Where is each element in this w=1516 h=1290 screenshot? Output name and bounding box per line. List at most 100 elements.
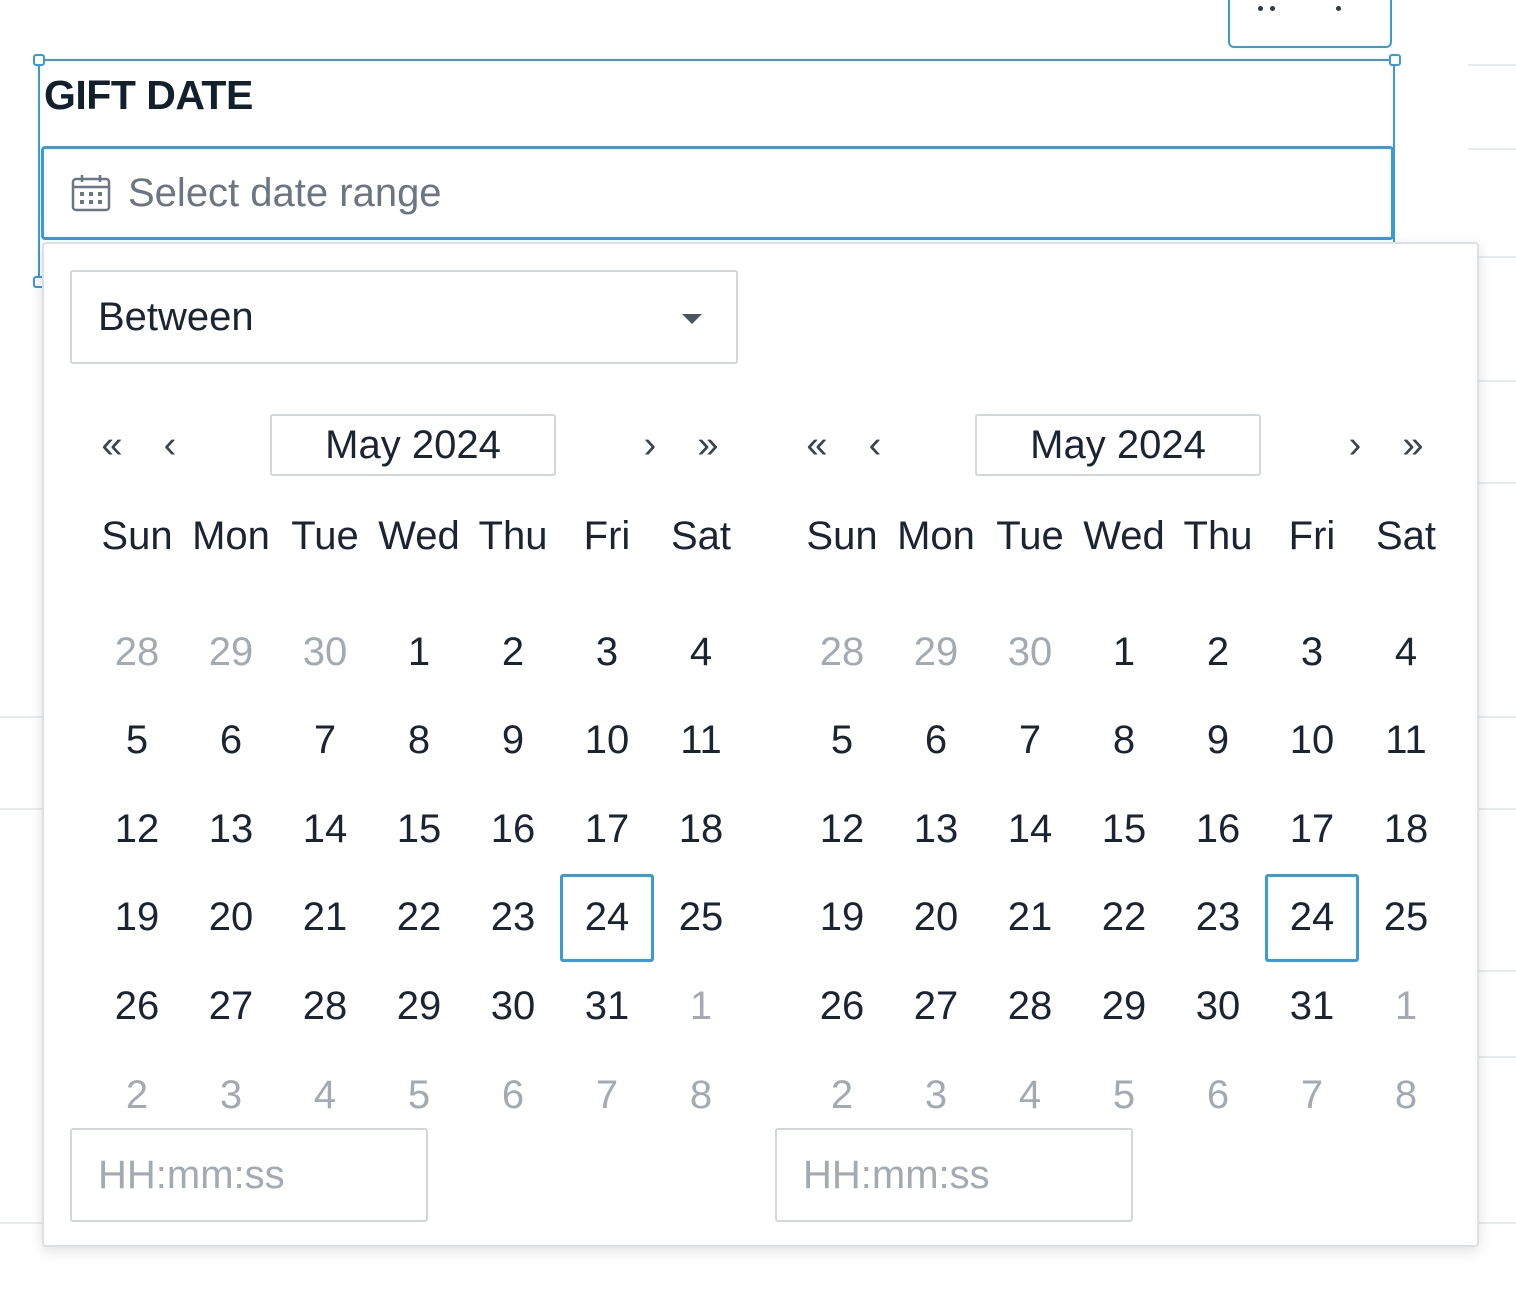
next-year-icon[interactable]: » [1391,410,1435,480]
day-cell[interactable]: 10 [1265,697,1359,785]
day-cell[interactable]: 26 [90,962,184,1050]
day-cell[interactable]: 22 [1077,874,1171,962]
day-cell[interactable]: 9 [466,697,560,785]
day-cell[interactable]: 25 [654,874,748,962]
day-cell[interactable]: 21 [278,874,372,962]
prev-month-icon[interactable]: ‹ [148,410,192,480]
day-cell[interactable]: 30 [983,608,1077,696]
month-year-button[interactable]: May 2024 [975,414,1261,476]
day-cell[interactable]: 1 [372,608,466,696]
resize-handle-top-right[interactable] [1389,54,1401,66]
day-cell[interactable]: 20 [889,874,983,962]
range-mode-select[interactable]: Between [70,270,738,364]
day-cell[interactable]: 6 [889,697,983,785]
day-cell[interactable]: 6 [1171,1051,1265,1139]
day-cell[interactable]: 30 [466,962,560,1050]
day-cell[interactable]: 5 [90,697,184,785]
day-cell[interactable]: 23 [1171,874,1265,962]
day-cell[interactable]: 29 [372,962,466,1050]
day-cell[interactable]: 4 [1359,608,1453,696]
day-cell[interactable]: 21 [983,874,1077,962]
day-cell[interactable]: 14 [983,785,1077,873]
widget-toolbar[interactable] [1228,0,1392,48]
day-cell[interactable]: 1 [1077,608,1171,696]
prev-year-icon[interactable]: « [795,410,839,480]
day-cell[interactable]: 4 [654,608,748,696]
day-cell[interactable]: 28 [90,608,184,696]
day-cell[interactable]: 28 [278,962,372,1050]
day-cell[interactable]: 1 [1359,962,1453,1050]
day-cell[interactable]: 5 [1077,1051,1171,1139]
day-cell-today[interactable]: 24 [560,873,654,962]
day-cell[interactable]: 2 [1171,608,1265,696]
day-cell[interactable]: 31 [560,962,654,1050]
day-cell[interactable]: 19 [90,874,184,962]
prev-year-icon[interactable]: « [90,410,134,480]
next-month-icon[interactable]: › [628,410,672,480]
day-cell[interactable]: 6 [184,697,278,785]
day-cell[interactable]: 26 [795,962,889,1050]
day-cell[interactable]: 8 [654,1051,748,1139]
day-cell[interactable]: 2 [90,1051,184,1139]
day-cell[interactable]: 14 [278,785,372,873]
day-cell[interactable]: 23 [466,874,560,962]
day-cell[interactable]: 22 [372,874,466,962]
day-cell[interactable]: 15 [372,785,466,873]
day-cell[interactable]: 18 [1359,785,1453,873]
day-cell[interactable]: 4 [278,1051,372,1139]
end-time-input[interactable] [775,1128,1133,1222]
prev-month-icon[interactable]: ‹ [853,410,897,480]
day-cell[interactable]: 10 [560,697,654,785]
day-cell[interactable]: 11 [1359,697,1453,785]
day-cell[interactable]: 7 [560,1051,654,1139]
day-cell[interactable]: 8 [1077,697,1171,785]
day-cell[interactable]: 8 [1359,1051,1453,1139]
day-cell[interactable]: 28 [795,608,889,696]
day-cell[interactable]: 6 [466,1051,560,1139]
day-cell[interactable]: 30 [278,608,372,696]
day-cell[interactable]: 15 [1077,785,1171,873]
day-cell-today[interactable]: 24 [1265,873,1359,962]
day-cell[interactable]: 13 [184,785,278,873]
day-cell[interactable]: 5 [795,697,889,785]
day-cell[interactable]: 3 [1265,608,1359,696]
day-cell[interactable]: 19 [795,874,889,962]
day-cell[interactable]: 2 [466,608,560,696]
day-cell[interactable]: 7 [983,697,1077,785]
day-cell[interactable]: 27 [184,962,278,1050]
day-cell[interactable]: 12 [795,785,889,873]
day-cell[interactable]: 4 [983,1051,1077,1139]
day-cell[interactable]: 29 [889,608,983,696]
day-cell[interactable]: 29 [1077,962,1171,1050]
day-cell[interactable]: 31 [1265,962,1359,1050]
resize-handle-top-left[interactable] [33,54,45,66]
day-cell[interactable]: 17 [1265,785,1359,873]
day-cell[interactable]: 3 [889,1051,983,1139]
day-cell[interactable]: 18 [654,785,748,873]
day-cell[interactable]: 2 [795,1051,889,1139]
start-time-input[interactable] [70,1128,428,1222]
next-month-icon[interactable]: › [1333,410,1377,480]
day-cell[interactable]: 7 [278,697,372,785]
day-cell[interactable]: 17 [560,785,654,873]
month-year-button[interactable]: May 2024 [270,414,556,476]
day-cell[interactable]: 29 [184,608,278,696]
day-cell[interactable]: 13 [889,785,983,873]
day-cell[interactable]: 5 [372,1051,466,1139]
day-cell[interactable]: 16 [466,785,560,873]
day-cell[interactable]: 12 [90,785,184,873]
day-cell[interactable]: 8 [372,697,466,785]
day-cell[interactable]: 3 [184,1051,278,1139]
date-range-input[interactable]: Select date range [41,146,1394,240]
day-cell[interactable]: 3 [560,608,654,696]
day-cell[interactable]: 25 [1359,874,1453,962]
day-cell[interactable]: 30 [1171,962,1265,1050]
day-cell[interactable]: 28 [983,962,1077,1050]
day-cell[interactable]: 11 [654,697,748,785]
day-cell[interactable]: 27 [889,962,983,1050]
day-cell[interactable]: 1 [654,962,748,1050]
next-year-icon[interactable]: » [686,410,730,480]
day-cell[interactable]: 7 [1265,1051,1359,1139]
day-cell[interactable]: 9 [1171,697,1265,785]
day-cell[interactable]: 20 [184,874,278,962]
